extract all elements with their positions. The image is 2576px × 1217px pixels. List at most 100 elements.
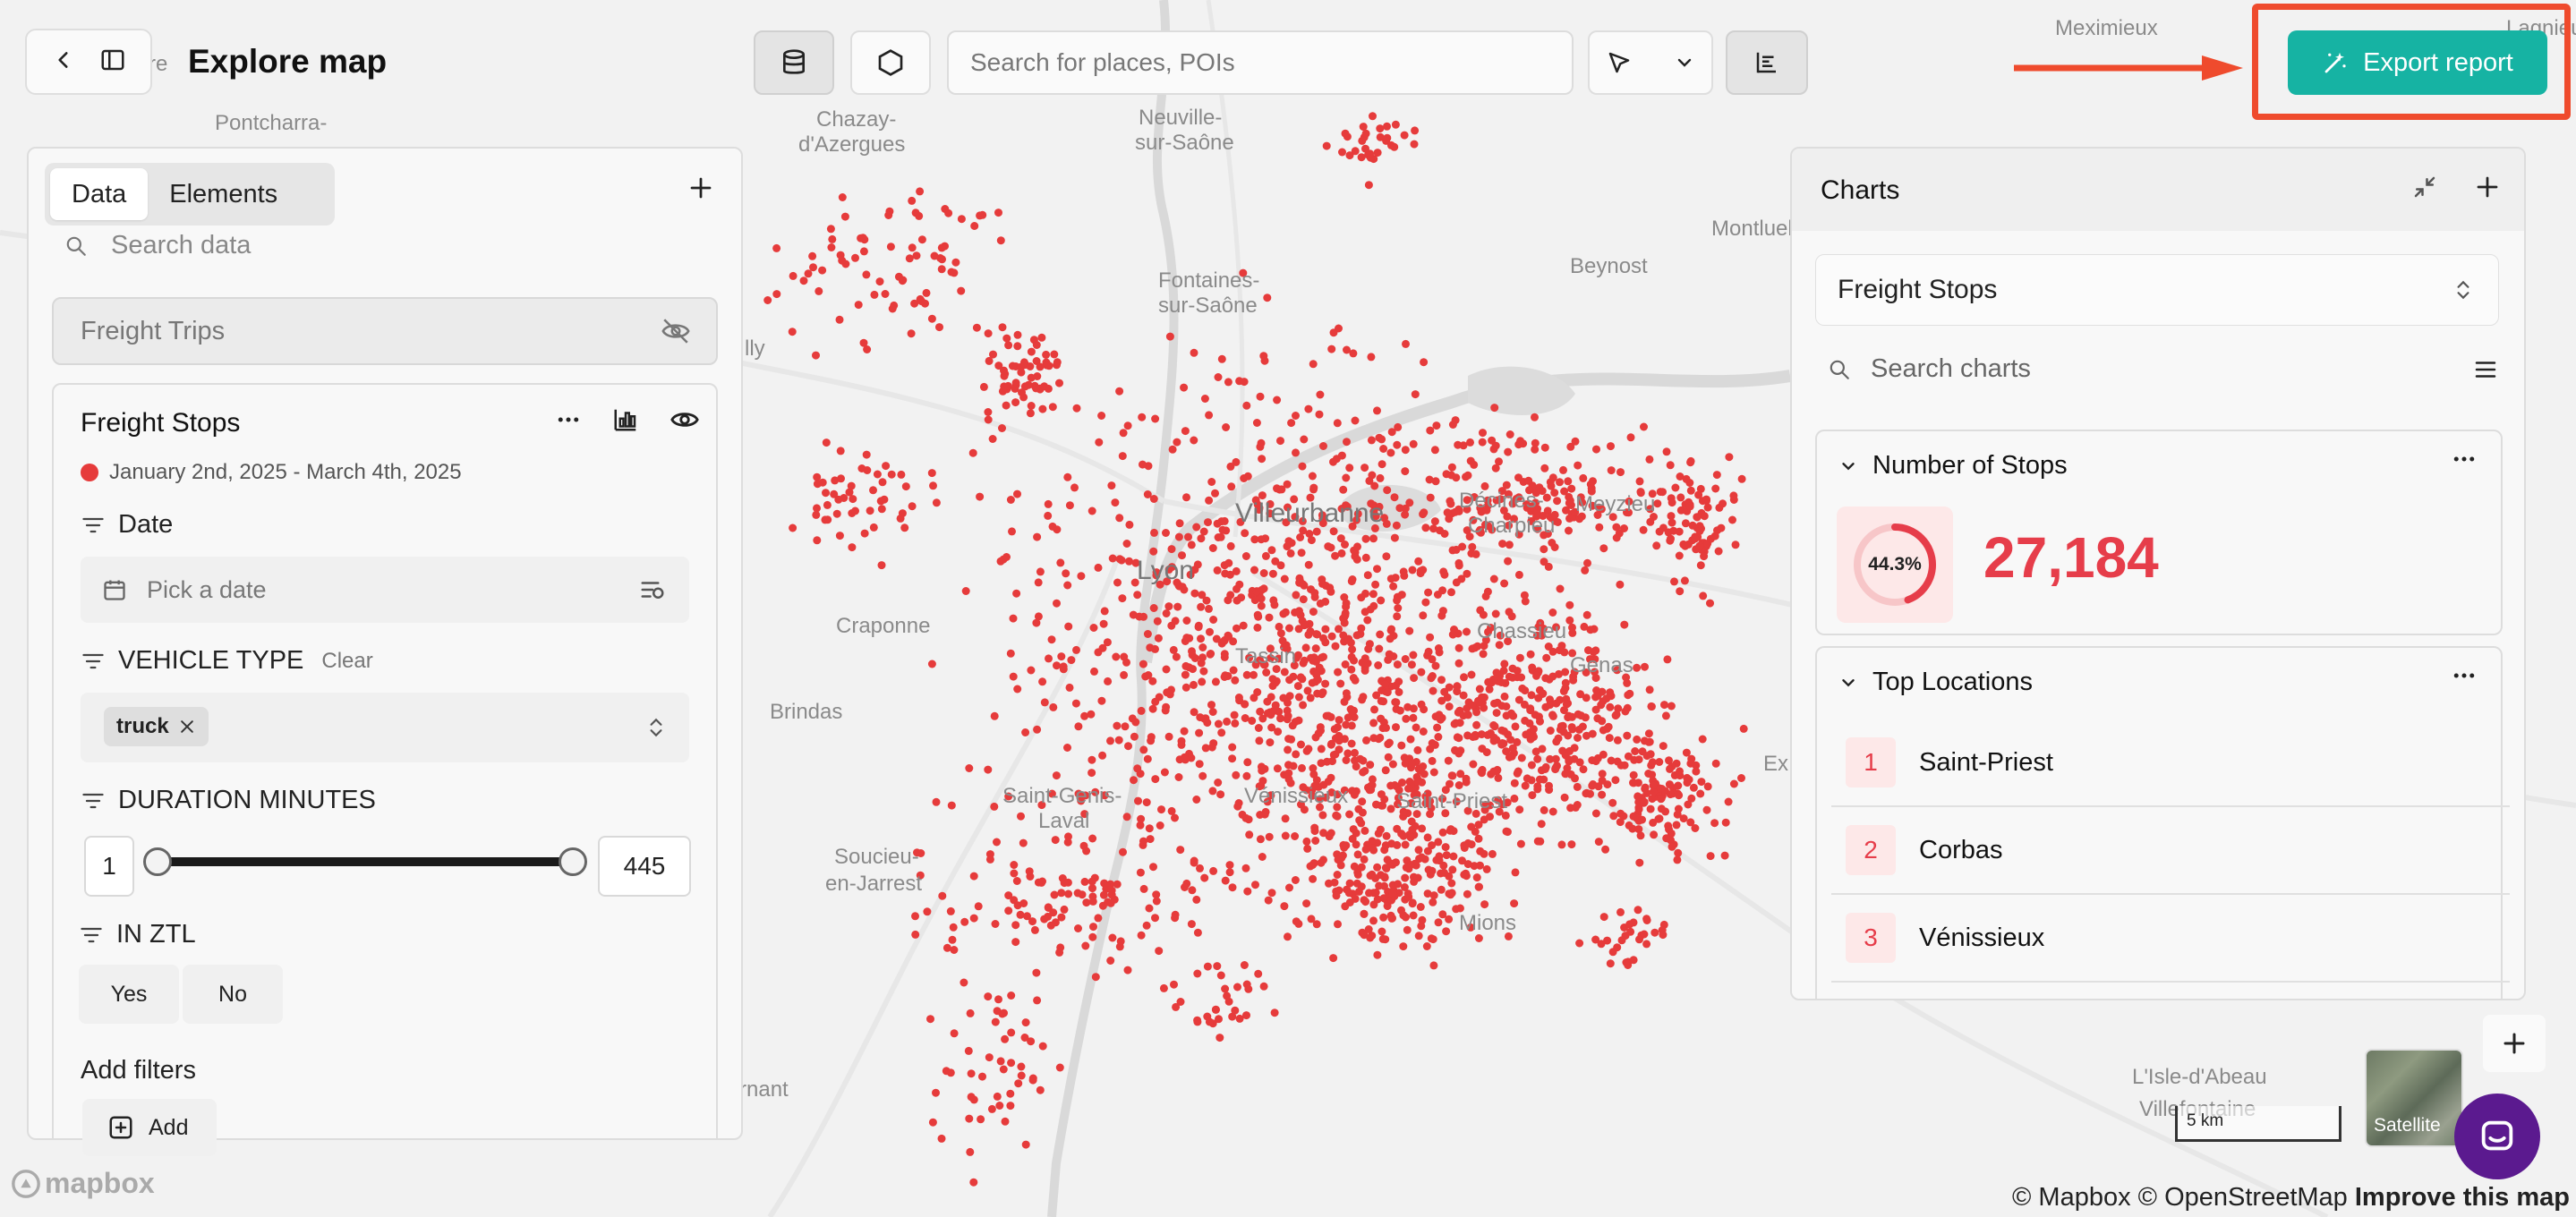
- freight-stop-point: [1595, 523, 1604, 532]
- freight-stop-point: [1373, 565, 1381, 574]
- duration-slider-min-handle[interactable]: [143, 847, 172, 876]
- freight-stop-point: [1592, 445, 1600, 454]
- freight-stop-point: [1335, 625, 1343, 634]
- data-search-input[interactable]: Search data: [64, 231, 251, 260]
- map-scale: 5 km: [2175, 1106, 2341, 1142]
- map-search-input[interactable]: Search for places, POIs: [947, 30, 1574, 95]
- freight-stop-point: [1576, 711, 1585, 720]
- tab-data[interactable]: Data: [50, 168, 149, 220]
- freight-stop-point: [935, 323, 943, 332]
- attribution-text: © Mapbox © OpenStreetMap: [2012, 1183, 2348, 1212]
- ztl-no-button[interactable]: No: [183, 965, 283, 1024]
- freight-stop-point: [1502, 711, 1511, 720]
- freight-stop-point: [1338, 851, 1347, 860]
- export-report-button[interactable]: Export report: [2288, 30, 2547, 95]
- freight-stop-point: [1304, 745, 1313, 753]
- freight-stop-point: [1728, 515, 1736, 524]
- add-layer-button[interactable]: [687, 170, 714, 210]
- duration-slider-track[interactable]: [159, 857, 573, 866]
- freight-stop-point: [1165, 332, 1174, 341]
- freight-stop-point: [1264, 896, 1273, 905]
- freight-stop-point: [907, 329, 916, 338]
- chat-button[interactable]: [2454, 1094, 2540, 1179]
- freight-stop-point: [1143, 754, 1152, 763]
- charts-panel-button[interactable]: [1726, 30, 1808, 95]
- freight-stop-point: [1616, 761, 1625, 770]
- freight-stop-point: [996, 557, 1005, 566]
- freight-stop-point: [1489, 733, 1498, 742]
- date-list-icon[interactable]: [639, 576, 666, 603]
- freight-stop-point: [1409, 911, 1418, 920]
- freight-stop-point: [1521, 781, 1530, 790]
- ztl-yes-button[interactable]: Yes: [79, 965, 179, 1024]
- duration-max-input[interactable]: 445: [598, 836, 691, 897]
- card-title[interactable]: Number of Stops: [1838, 451, 2068, 481]
- eye-icon[interactable]: [670, 404, 700, 435]
- freight-stop-point: [1401, 655, 1410, 663]
- tab-elements[interactable]: Elements: [148, 168, 299, 220]
- back-icon[interactable]: [52, 48, 75, 76]
- freight-stop-point: [1307, 536, 1316, 545]
- layer-freight-trips[interactable]: Freight Trips: [52, 297, 718, 365]
- freight-stop-point: [1676, 493, 1685, 502]
- freight-stop-point: [788, 328, 797, 336]
- date-picker[interactable]: Pick a date: [81, 557, 689, 623]
- duration-slider-max-handle[interactable]: [559, 847, 587, 876]
- location-row[interactable]: 2 Corbas: [1831, 807, 2510, 895]
- vehicle-type-select[interactable]: truck: [81, 693, 689, 762]
- select-tool-button[interactable]: [1588, 30, 1713, 95]
- card-title[interactable]: Top Locations: [1838, 668, 2033, 697]
- duration-min-input[interactable]: 1: [84, 836, 134, 897]
- freight-stop-point: [1149, 495, 1158, 503]
- location-name: Saint-Priest: [1919, 747, 2053, 777]
- improve-map-link[interactable]: Improve this map: [2355, 1183, 2570, 1212]
- freight-stop-point: [1225, 570, 1234, 579]
- clear-filter-link[interactable]: Clear: [321, 649, 372, 674]
- polygon-button[interactable]: [850, 30, 931, 95]
- close-icon[interactable]: [178, 718, 196, 736]
- freight-stop-point: [1113, 721, 1122, 730]
- chart-search-input[interactable]: Search charts: [1828, 354, 2499, 384]
- menu-icon[interactable]: [2472, 356, 2499, 383]
- freight-stop-point: [979, 382, 988, 391]
- freight-stop-point: [1494, 773, 1503, 782]
- freight-stop-point: [1321, 597, 1330, 606]
- freight-stop-point: [1366, 605, 1375, 614]
- freight-stop-point: [1634, 804, 1643, 813]
- freight-stop-point: [1208, 544, 1217, 552]
- chart-layer-select[interactable]: Freight Stops: [1815, 254, 2499, 326]
- collapse-icon[interactable]: [2411, 174, 2438, 200]
- freight-stop-point: [1295, 574, 1304, 583]
- freight-stop-point: [1702, 805, 1711, 814]
- freight-stop-point: [1514, 440, 1523, 449]
- eye-off-icon[interactable]: [661, 316, 691, 346]
- top-locations-card: Top Locations 1 Saint-Priest 2 Corbas 3 …: [1815, 646, 2510, 999]
- zoom-in-button[interactable]: [2483, 1015, 2546, 1072]
- freight-stop-point: [1352, 555, 1361, 564]
- chevron-down-icon[interactable]: [1674, 52, 1695, 73]
- freight-stop-point: [1510, 779, 1519, 787]
- freight-stop-point: [1297, 740, 1305, 749]
- freight-stop-point: [1281, 608, 1290, 617]
- more-icon[interactable]: [555, 406, 582, 433]
- freight-stop-point: [1361, 534, 1370, 543]
- card-more-button[interactable]: [2451, 662, 2478, 696]
- card-more-button[interactable]: [2451, 446, 2478, 480]
- freight-stop-point: [1027, 402, 1036, 410]
- freight-stop-point: [826, 225, 835, 234]
- freight-stop-point: [1147, 733, 1156, 742]
- freight-stop-point: [882, 462, 891, 471]
- freight-stop-point: [1199, 527, 1208, 536]
- location-row[interactable]: 1 Saint-Priest: [1831, 719, 2510, 807]
- sidebar-toggle-icon[interactable]: [99, 47, 126, 78]
- freight-stop-point: [1491, 609, 1500, 618]
- add-filter-button[interactable]: Add: [82, 1099, 217, 1156]
- satellite-toggle[interactable]: Satellite: [2365, 1049, 2463, 1147]
- database-button[interactable]: [754, 30, 834, 95]
- location-row[interactable]: 3 Vénissieux: [1831, 895, 2510, 983]
- plus-icon[interactable]: [2474, 174, 2501, 200]
- freight-stop-point: [772, 290, 781, 299]
- freight-stop-point: [772, 243, 781, 252]
- freight-stop-point: [815, 286, 823, 295]
- bar-chart-icon[interactable]: [612, 406, 639, 433]
